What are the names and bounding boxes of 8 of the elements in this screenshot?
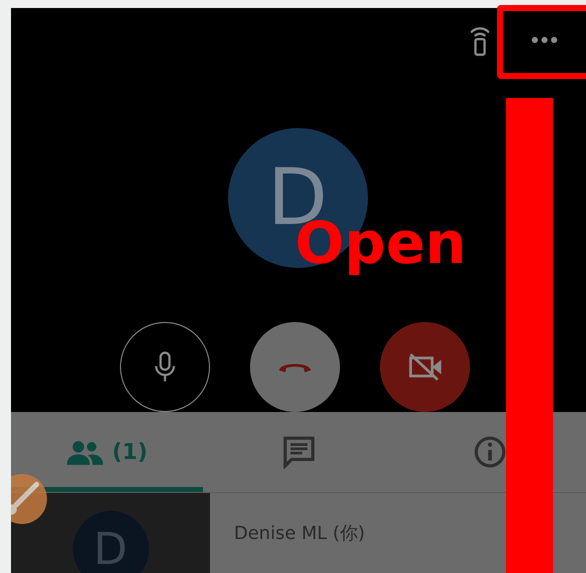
people-icon (66, 438, 104, 466)
chat-icon (282, 435, 316, 469)
more-options-icon[interactable] (531, 36, 558, 44)
camera-off-icon (406, 352, 442, 382)
paintbrush-badge-icon[interactable] (11, 474, 47, 524)
info-icon (473, 435, 508, 469)
participant-name: Denise ML (你) (233, 522, 365, 546)
microphone-icon (154, 351, 176, 383)
